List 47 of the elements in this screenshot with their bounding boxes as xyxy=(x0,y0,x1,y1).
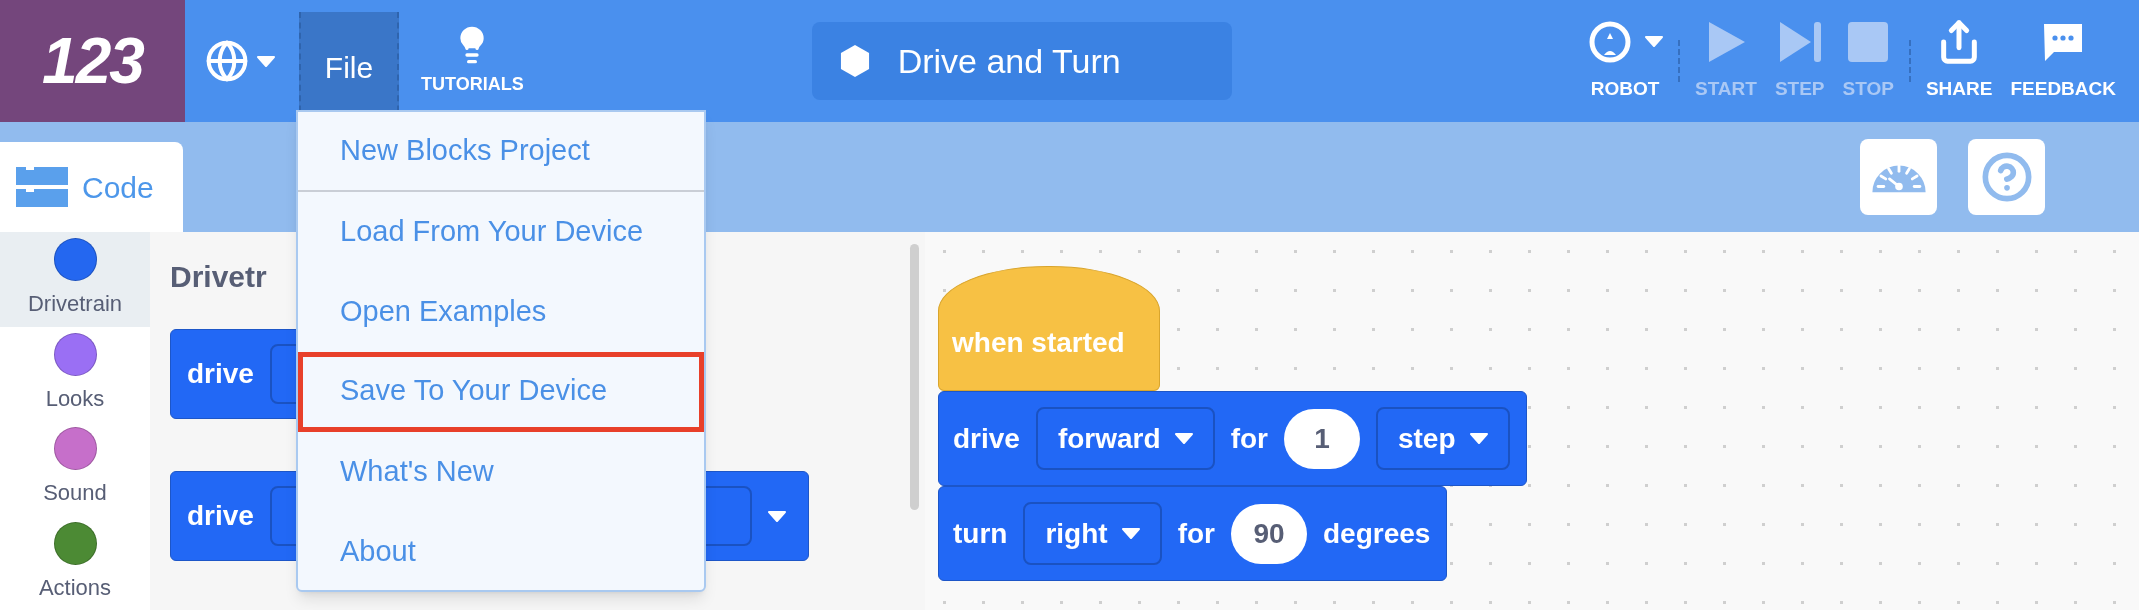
hat-block[interactable]: when started xyxy=(938,266,1160,391)
menu-item[interactable]: Save To Your Device xyxy=(298,352,704,432)
category-item[interactable]: Drivetrain xyxy=(0,232,150,327)
menu-item[interactable]: Load From Your Device xyxy=(298,192,704,272)
caret-icon xyxy=(1469,433,1488,444)
block-dropdown[interactable]: forward xyxy=(1035,407,1215,470)
number-input[interactable]: 90 xyxy=(1231,503,1307,564)
palette-heading: Drivetr xyxy=(170,259,268,295)
block-dropdown[interactable]: step xyxy=(1375,407,1510,470)
block-dropdown[interactable]: right xyxy=(1023,502,1162,565)
caret-icon xyxy=(257,55,275,67)
menu-item[interactable]: Open Examples xyxy=(298,272,704,352)
menu-item[interactable]: What's New xyxy=(298,432,704,512)
menu-item[interactable]: New Blocks Project xyxy=(298,112,704,192)
block-label: drive xyxy=(953,421,1020,456)
category-item[interactable]: Actions xyxy=(0,515,150,610)
menu-item[interactable]: About xyxy=(298,512,704,592)
project-title-box[interactable]: Drive and Turn xyxy=(811,22,1232,100)
robot-button[interactable]: ROBOT xyxy=(1578,0,1672,122)
blocks-icon xyxy=(14,165,70,209)
hexagon-icon xyxy=(839,44,870,78)
app-logo[interactable]: 123 xyxy=(42,13,143,109)
caret-icon xyxy=(1121,528,1140,539)
caret-icon xyxy=(1645,36,1663,48)
block-label: when started xyxy=(952,326,1125,360)
caret-icon xyxy=(1174,433,1193,444)
number-input[interactable]: 1 xyxy=(1283,408,1360,469)
code-block[interactable]: turn right for 90 degrees xyxy=(938,486,1448,581)
block-label: turn xyxy=(953,516,1008,551)
feedback-button[interactable]: FEEDBACK xyxy=(2001,0,2125,122)
block-label: drive xyxy=(187,357,254,391)
code-block[interactable]: drive forward for 1 step xyxy=(938,391,1527,486)
help-button[interactable] xyxy=(1968,139,2045,215)
help-icon xyxy=(1980,151,2033,203)
project-title: Drive and Turn xyxy=(897,40,1121,82)
globe-icon xyxy=(205,39,249,83)
block-label: drive xyxy=(187,499,254,533)
category-item[interactable]: Looks xyxy=(0,326,150,421)
block-label: for xyxy=(1177,516,1215,551)
scrollbar[interactable] xyxy=(910,244,919,510)
share-button[interactable]: SHARE xyxy=(1916,0,2002,122)
block-label: for xyxy=(1230,421,1268,456)
category-item[interactable]: Sound xyxy=(0,421,150,516)
code-tab[interactable]: Code xyxy=(0,142,183,232)
caret-icon xyxy=(768,510,786,522)
block-label: degrees xyxy=(1323,516,1431,551)
dashboard-button[interactable] xyxy=(1860,139,1937,215)
